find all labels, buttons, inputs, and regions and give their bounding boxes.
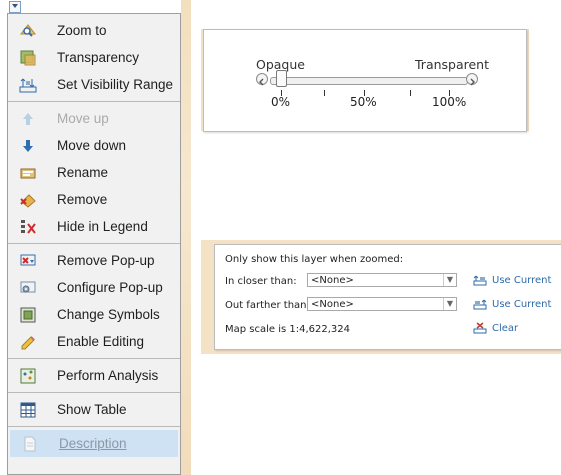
use-current-farther-link[interactable]: Use Current [473,298,551,310]
map-scale-text: Map scale is 1:4,622,324 [225,324,351,335]
remove-popup-icon [19,252,37,270]
slider-decrease-button[interactable] [256,73,268,86]
use-current-label: Use Current [492,274,552,286]
menu-item-label: Move up [57,111,109,126]
farther-label: Out farther than: [225,300,310,311]
menu-item-rename[interactable]: Rename [8,159,180,186]
description-icon [21,435,39,453]
clear-link[interactable]: Clear [473,322,518,334]
change-symbols-icon [19,306,37,324]
menu-item-label: Remove Pop-up [57,253,155,268]
chevron-down-icon: ▼ [443,298,456,310]
menu-item-change-symbols[interactable]: Change Symbols [8,301,180,328]
clear-icon [473,322,487,334]
menu-item-set-visibility-range[interactable]: Set Visibility Range [8,71,180,98]
visibility-heading: Only show this layer when zoomed: [225,254,404,265]
menu-group: Zoom to Transparency Set Visibility Range [8,14,180,102]
closer-scale-select[interactable]: <None> ▼ [307,273,457,287]
menu-item-configure-pop-up[interactable]: Configure Pop-up [8,274,180,301]
farther-value: <None> [311,299,354,310]
menu-item-label: Transparency [57,50,140,65]
tick-mark [324,90,325,96]
transparency-panel: Opaque Transparent 0% 50% 100% [203,29,527,132]
configure-popup-icon [19,279,37,297]
menu-item-label: Set Visibility Range [57,77,174,92]
menu-item-label: Configure Pop-up [57,280,163,295]
menu-item-label: Change Symbols [57,307,160,322]
menu-group: Description [8,427,180,460]
closer-label: In closer than: [225,276,297,287]
zoom-to-icon [19,22,37,40]
slider-thumb[interactable] [276,70,287,87]
menu-item-label: Remove [57,192,108,207]
menu-group: Show Table [8,393,180,427]
use-current-icon [473,298,487,310]
menu-item-label: Rename [57,165,109,180]
hide-in-legend-icon [19,218,37,236]
tick-label-0: 0% [271,95,291,109]
slider-increase-button[interactable] [466,73,478,86]
use-current-label: Use Current [492,298,552,310]
menu-item-zoom-to[interactable]: Zoom to [8,17,180,44]
layer-context-menu: Zoom to Transparency Set Visibility Range M… [7,1,181,475]
menu-item-label: Show Table [57,402,127,417]
menu-item-remove-pop-up[interactable]: Remove Pop-up [8,247,180,274]
transparent-label: Transparent [415,57,490,72]
visibility-range-panel: Only show this layer when zoomed: In clo… [214,244,561,350]
menu-item-label: Perform Analysis [57,368,159,383]
menu-item-move-up[interactable]: Move up [8,105,180,132]
menu-item-move-down[interactable]: Move down [8,132,180,159]
menu-item-enable-editing[interactable]: Enable Editing [8,328,180,355]
menu-item-label: Description [59,436,127,451]
tick-label-50: 50% [350,95,377,109]
menu-item-label: Hide in Legend [57,219,148,234]
clear-label: Clear [492,322,519,334]
menu-group: Move up Move down Rename Remove Hide in Lege… [8,102,180,244]
menu-item-show-table[interactable]: Show Table [8,396,180,423]
show-table-icon [19,401,37,419]
move-down-icon [19,137,37,155]
map-strip [181,0,191,475]
menu-group: Perform Analysis [8,359,180,393]
tick-mark [410,90,411,96]
menu-item-remove[interactable]: Remove [8,186,180,213]
move-up-icon [19,110,37,128]
enable-editing-icon [19,333,37,351]
menu-item-transparency[interactable]: Transparency [8,44,180,71]
menu-item-description[interactable]: Description [10,430,178,457]
menu-item-label: Move down [57,138,127,153]
tick-label-100: 100% [432,95,467,109]
remove-icon [19,191,37,209]
chevron-right-icon [470,78,475,86]
menu-toggle-arrow[interactable] [9,1,21,13]
use-current-closer-link[interactable]: Use Current [473,274,551,286]
transparency-icon [19,49,37,67]
closer-value: <None> [311,275,354,286]
chevron-left-icon [259,78,264,86]
use-current-icon [473,274,487,286]
perform-analysis-icon [19,367,37,385]
menu-item-perform-analysis[interactable]: Perform Analysis [8,362,180,389]
menu-item-label: Zoom to [57,23,107,38]
visibility-range-icon [19,76,37,94]
farther-scale-select[interactable]: <None> ▼ [307,297,457,311]
menu-item-hide-in-legend[interactable]: Hide in Legend [8,213,180,240]
transparency-slider-track[interactable] [270,77,468,85]
chevron-down-icon: ▼ [443,274,456,286]
menu-group: Remove Pop-up Configure Pop-up Change Symb… [8,244,180,359]
menu-item-label: Enable Editing [57,334,145,349]
rename-icon [19,164,37,182]
